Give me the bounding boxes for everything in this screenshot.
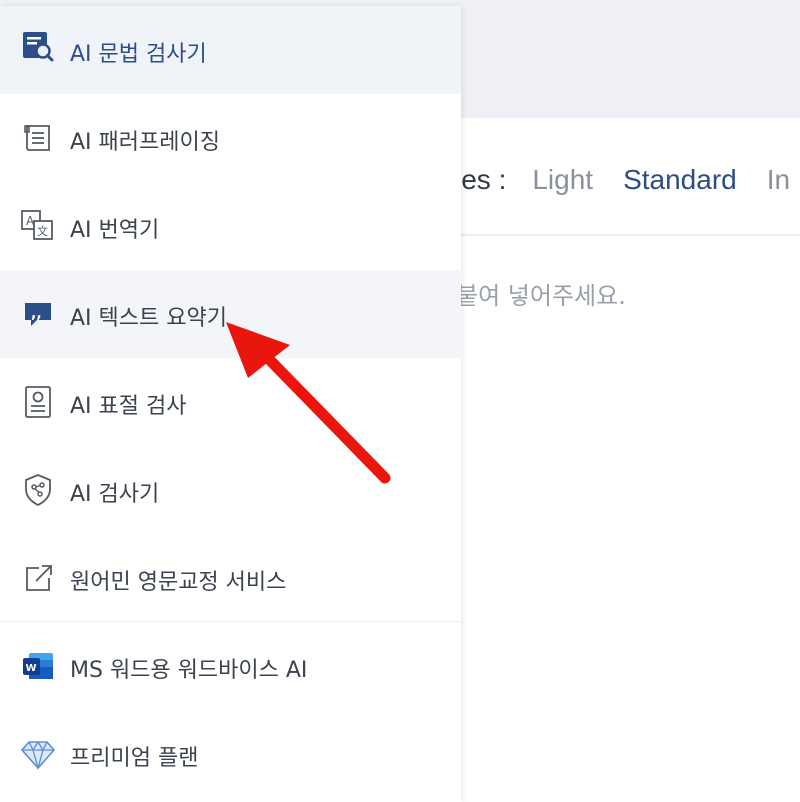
summary-chat-icon: ,, (20, 296, 56, 332)
menu-item-grammar-checker[interactable]: AI 문법 검사기 (0, 6, 461, 94)
menu-item-premium-plan[interactable]: 프리미엄 플랜 (0, 710, 461, 798)
menu-item-label: MS 워드용 워드바이스 AI (70, 658, 308, 683)
translate-icon: A 文 (20, 208, 56, 244)
menu-item-label: AI 검사기 (70, 482, 160, 507)
menu-item-text-summarizer[interactable]: ,, AI 텍스트 요약기 (0, 270, 461, 358)
ai-shield-icon (20, 472, 56, 508)
plagiarism-certificate-icon (20, 384, 56, 420)
svg-text:W: W (26, 663, 37, 674)
style-option-standard[interactable]: Standard (623, 164, 737, 196)
ms-word-icon: W (20, 648, 56, 684)
svg-text:文: 文 (37, 224, 48, 238)
menu-item-native-proofreading[interactable]: 원어민 영문교정 서비스 (0, 534, 461, 622)
tools-dropdown-menu: AI 문법 검사기 AI 패러프레이징 A 文 AI 번역기 ,, AI 텍스트… (0, 6, 461, 802)
menu-item-label: AI 번역기 (70, 218, 160, 243)
grammar-check-icon (20, 28, 56, 64)
diamond-icon (20, 736, 56, 772)
menu-item-label: AI 문법 검사기 (70, 42, 207, 67)
menu-item-label: 원어민 영문교정 서비스 (70, 570, 287, 595)
menu-item-label: AI 표절 검사 (70, 394, 187, 419)
external-link-icon (20, 560, 56, 596)
styles-label: les : (455, 164, 507, 195)
menu-item-label: AI 텍스트 요약기 (70, 306, 227, 331)
menu-item-translator[interactable]: A 文 AI 번역기 (0, 182, 461, 270)
paraphrase-document-icon (20, 120, 56, 156)
menu-item-ai-detector[interactable]: AI 검사기 (0, 446, 461, 534)
menu-item-label: 프리미엄 플랜 (70, 746, 199, 771)
editor-placeholder: 붙여 넣어주세요. (456, 282, 626, 310)
style-option-intensive[interactable]: In (767, 164, 790, 196)
menu-item-ms-word-addin[interactable]: W MS 워드용 워드바이스 AI (0, 622, 461, 710)
svg-text:,,: ,, (31, 306, 42, 322)
style-option-light[interactable]: Light (532, 164, 593, 196)
menu-item-label: AI 패러프레이징 (70, 130, 220, 155)
styles-selector: les : Light Standard In (455, 160, 800, 200)
menu-item-plagiarism-checker[interactable]: AI 표절 검사 (0, 358, 461, 446)
menu-item-paraphrasing[interactable]: AI 패러프레이징 (0, 94, 461, 182)
